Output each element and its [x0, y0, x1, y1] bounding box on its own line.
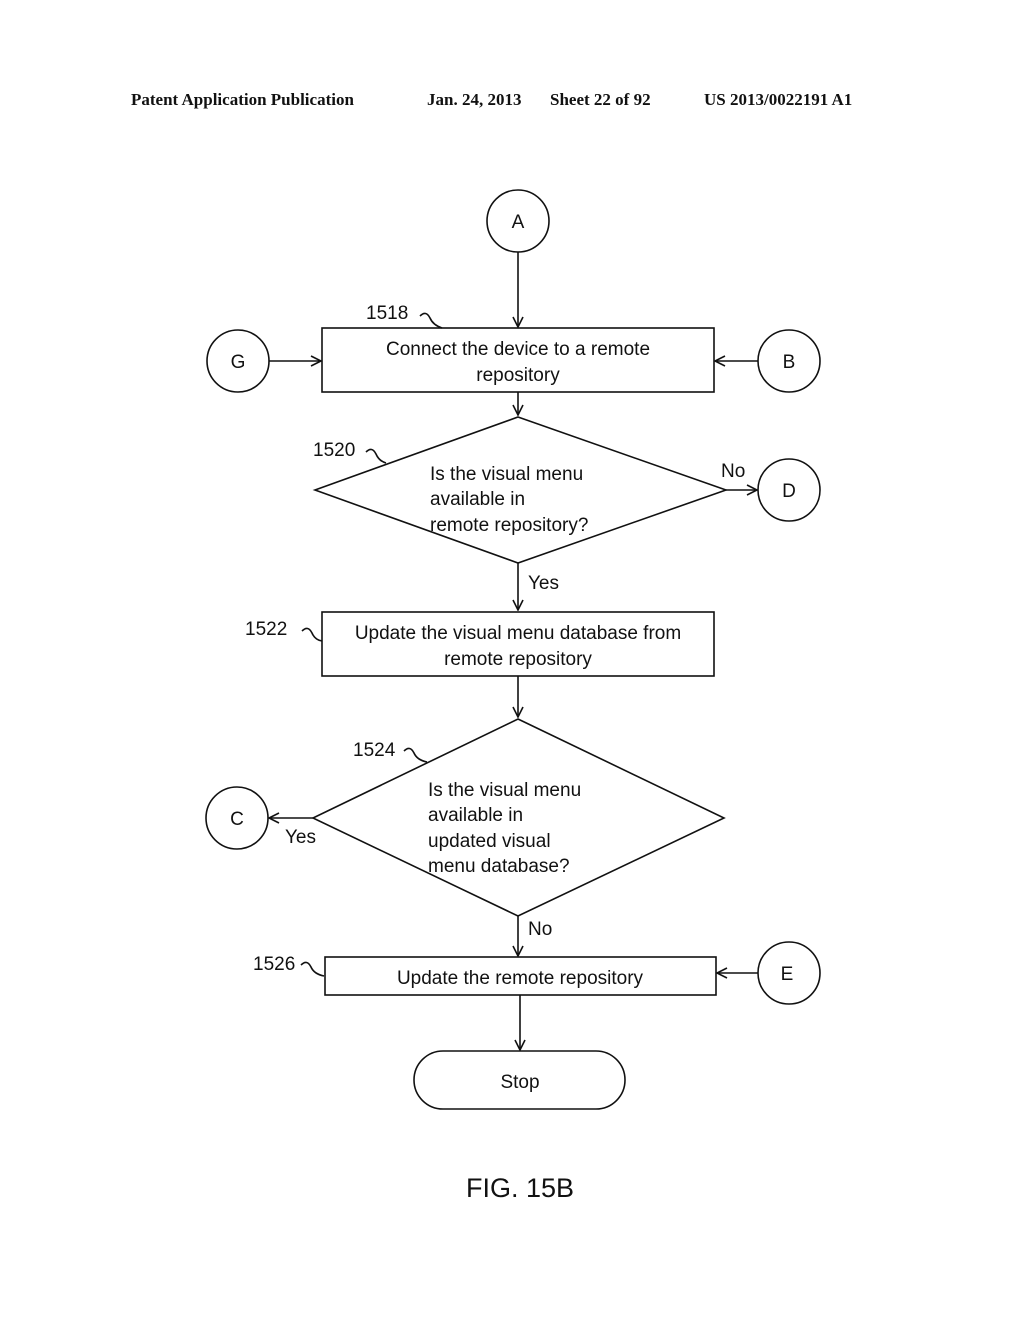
- connector-d: D: [757, 458, 821, 522]
- ref-1518-leader: [419, 312, 443, 329]
- stop-label: Stop: [500, 1072, 539, 1093]
- ref-1526: 1526: [253, 954, 295, 975]
- ref-1520-leader: [365, 448, 387, 464]
- ref-1522: 1522: [245, 619, 287, 640]
- connector-g-label: G: [231, 352, 246, 373]
- step-1518-line-2: repository: [476, 365, 560, 386]
- decision-1520-yes-label: Yes: [528, 573, 559, 594]
- connector-e: E: [757, 941, 821, 1005]
- figure-caption: FIG. 15B: [466, 1173, 574, 1203]
- connector-e-label: E: [781, 964, 794, 985]
- decision-1520-line-2: available in: [430, 489, 525, 510]
- ref-1524-leader: [403, 747, 428, 763]
- step-1522-line-2: remote repository: [444, 649, 592, 670]
- step-1522-line-1: Update the visual menu database from: [355, 623, 681, 644]
- ref-1520: 1520: [313, 440, 355, 461]
- decision-1524-line-4: menu database?: [428, 856, 570, 877]
- decision-1524-line-1: Is the visual menu: [428, 780, 581, 801]
- step-1526: Update the remote repository 1526: [253, 954, 717, 996]
- decision-1520: Is the visual menu available in remote r…: [312, 416, 729, 564]
- decision-1524-yes-label: Yes: [285, 827, 316, 848]
- connector-c: C: [205, 786, 269, 850]
- decision-1524: Is the visual menu available in updated …: [311, 718, 726, 917]
- connector-g: G: [206, 329, 270, 393]
- connector-c-label: C: [230, 809, 244, 830]
- step-1518-line-1: Connect the device to a remote: [386, 339, 650, 360]
- ref-1524: 1524: [353, 740, 396, 761]
- ref-1522-leader: [301, 627, 323, 642]
- ref-1526-leader: [300, 961, 325, 977]
- connector-a: A: [486, 189, 550, 253]
- ref-1518: 1518: [366, 303, 408, 324]
- flowchart: A Connect the device to a remote reposit…: [205, 189, 821, 1203]
- connector-b-label: B: [783, 352, 796, 373]
- decision-1520-line-3: remote repository?: [430, 515, 588, 536]
- step-1522: Update the visual menu database from rem…: [245, 611, 715, 677]
- connector-d-label: D: [782, 481, 796, 502]
- decision-1520-no-label: No: [721, 461, 745, 482]
- connector-b: B: [757, 329, 821, 393]
- stop-terminator: Stop: [413, 1050, 626, 1110]
- decision-1524-line-3: updated visual: [428, 831, 551, 852]
- decision-1524-no-label: No: [528, 919, 552, 940]
- decision-1524-line-2: available in: [428, 805, 523, 826]
- step-1526-line-1: Update the remote repository: [397, 968, 644, 989]
- connector-a-label: A: [512, 212, 525, 233]
- decision-1520-line-1: Is the visual menu: [430, 464, 583, 485]
